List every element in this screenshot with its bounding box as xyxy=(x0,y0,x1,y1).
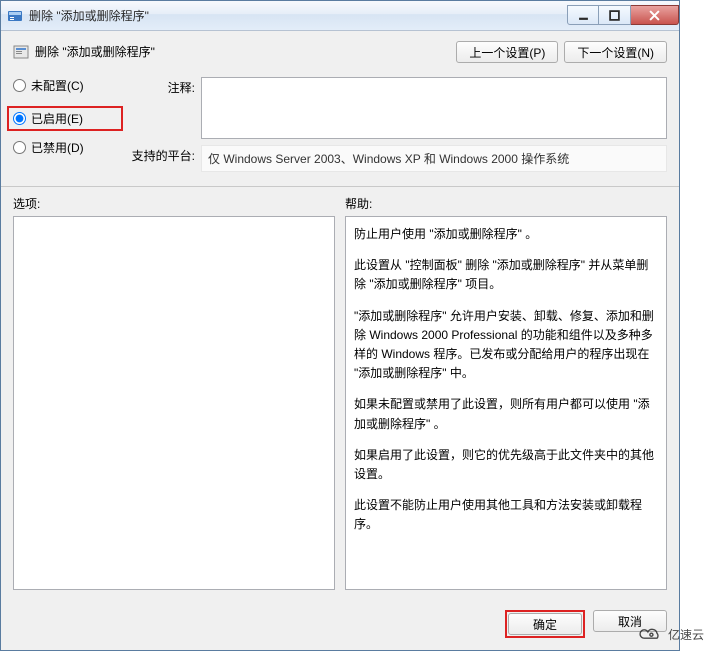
help-paragraph: 此设置从 "控制面板" 删除 "添加或删除程序" 并从菜单删除 "添加或删除程序… xyxy=(354,256,658,294)
platform-label: 支持的平台: xyxy=(131,145,201,172)
content-area: 删除 "添加或删除程序" 上一个设置(P) 下一个设置(N) 未配置(C) 已启… xyxy=(1,31,679,600)
comment-label: 注释: xyxy=(131,77,201,139)
minimize-button[interactable] xyxy=(567,5,599,25)
titlebar[interactable]: 删除 "添加或删除程序" xyxy=(1,1,679,31)
radio-enabled[interactable]: 已启用(E) xyxy=(13,110,117,127)
dialog-footer: 确定 取消 xyxy=(1,600,679,650)
maximize-button[interactable] xyxy=(599,5,631,25)
comment-textarea[interactable] xyxy=(201,77,667,139)
radio-group: 未配置(C) 已启用(E) 已禁用(D) xyxy=(13,77,123,178)
options-label: 选项: xyxy=(13,195,335,212)
radio-enabled-label: 已启用(E) xyxy=(31,110,83,127)
help-paragraph: 如果未配置或禁用了此设置，则所有用户都可以使用 "添加或删除程序" 。 xyxy=(354,395,658,433)
radio-not-configured[interactable]: 未配置(C) xyxy=(13,77,123,94)
header-title: 删除 "添加或删除程序" xyxy=(13,41,155,60)
radio-not-configured-label: 未配置(C) xyxy=(31,77,84,94)
window-controls xyxy=(567,6,679,25)
platform-row: 支持的平台: 仅 Windows Server 2003、Windows XP … xyxy=(131,145,667,172)
help-label: 帮助: xyxy=(345,195,667,212)
ok-button-highlight: 确定 xyxy=(505,610,585,638)
options-pane[interactable] xyxy=(13,216,335,590)
cloud-icon xyxy=(636,625,664,643)
upper-section: 未配置(C) 已启用(E) 已禁用(D) 注释: xyxy=(13,77,667,178)
radio-enabled-input[interactable] xyxy=(13,112,26,125)
next-setting-button[interactable]: 下一个设置(N) xyxy=(564,41,667,63)
header-row: 删除 "添加或删除程序" 上一个设置(P) 下一个设置(N) xyxy=(13,41,667,63)
radio-disabled-input[interactable] xyxy=(13,141,26,154)
help-paragraph: 如果启用了此设置，则它的优先级高于此文件夹中的其他设置。 xyxy=(354,446,658,484)
help-paragraph: 此设置不能防止用户使用其他工具和方法安装或卸载程序。 xyxy=(354,496,658,534)
policy-icon xyxy=(13,44,29,60)
help-paragraph: "添加或删除程序" 允许用户安装、卸载、修复、添加和删除 Windows 200… xyxy=(354,307,658,384)
app-icon xyxy=(7,8,23,24)
help-paragraph: 防止用户使用 "添加或删除程序" 。 xyxy=(354,225,658,244)
radio-disabled-label: 已禁用(D) xyxy=(31,139,84,156)
watermark-text: 亿速云 xyxy=(668,626,704,643)
form-column: 注释: 支持的平台: 仅 Windows Server 2003、Windows… xyxy=(131,77,667,178)
watermark: 亿速云 xyxy=(636,625,704,643)
ok-button[interactable]: 确定 xyxy=(508,613,582,635)
lower-section: 防止用户使用 "添加或删除程序" 。此设置从 "控制面板" 删除 "添加或删除程… xyxy=(13,216,667,590)
radio-disabled[interactable]: 已禁用(D) xyxy=(13,139,123,156)
window-title: 删除 "添加或删除程序" xyxy=(29,7,149,24)
close-button[interactable] xyxy=(631,5,679,25)
radio-enabled-highlight: 已启用(E) xyxy=(7,106,123,131)
platform-value: 仅 Windows Server 2003、Windows XP 和 Windo… xyxy=(201,145,667,172)
comment-row: 注释: xyxy=(131,77,667,139)
section-divider xyxy=(1,186,679,187)
pane-labels-row: 选项: 帮助: xyxy=(13,195,667,216)
options-pane-col xyxy=(13,216,335,590)
help-pane-col: 防止用户使用 "添加或删除程序" 。此设置从 "控制面板" 删除 "添加或删除程… xyxy=(345,216,667,590)
nav-buttons: 上一个设置(P) 下一个设置(N) xyxy=(456,41,667,63)
dialog-window: 删除 "添加或删除程序" 删除 "添加或删除程序" 上一个设置(P) xyxy=(0,0,680,651)
radio-not-configured-input[interactable] xyxy=(13,79,26,92)
prev-setting-button[interactable]: 上一个设置(P) xyxy=(456,41,558,63)
help-pane[interactable]: 防止用户使用 "添加或删除程序" 。此设置从 "控制面板" 删除 "添加或删除程… xyxy=(345,216,667,590)
header-subtitle: 删除 "添加或删除程序" xyxy=(35,43,155,60)
